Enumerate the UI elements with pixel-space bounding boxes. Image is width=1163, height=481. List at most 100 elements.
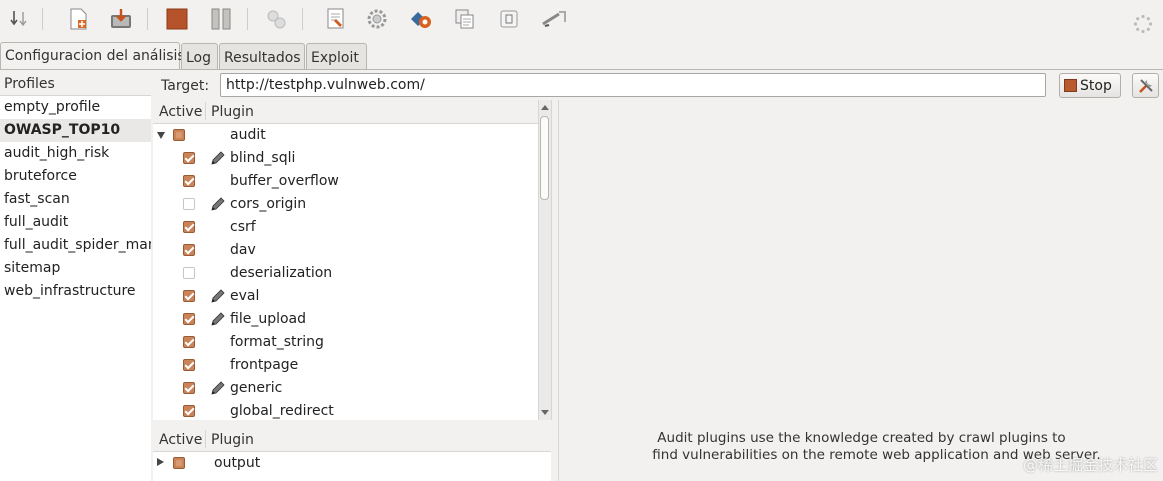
plugin-checkbox[interactable] xyxy=(183,313,195,325)
profile-item-owasp-top10[interactable]: OWASP_TOP10 xyxy=(0,119,151,142)
plugin-checkbox[interactable] xyxy=(183,267,195,279)
plugin-row-eval[interactable]: eval xyxy=(153,285,538,308)
report-icon[interactable] xyxy=(322,5,350,33)
plugin-row-format_string[interactable]: format_string xyxy=(153,331,538,354)
save-profile-icon[interactable] xyxy=(107,5,135,33)
profile-item-full-audit-spider-man[interactable]: full_audit_spider_man xyxy=(0,234,151,257)
fuzzy-request-icon[interactable] xyxy=(540,5,568,33)
plugin-row-buffer_overflow[interactable]: buffer_overflow xyxy=(153,170,538,193)
output-plugin-tree: Active Plugin output xyxy=(153,428,551,481)
tools-icon xyxy=(1138,78,1153,93)
watermark: @稀土掘金技术社区 xyxy=(1022,456,1158,474)
target-bar: Target: http://testphp.vulnweb.com/ Stop xyxy=(151,72,1163,100)
plugin-name: csrf xyxy=(230,219,256,235)
profile-item-sitemap[interactable]: sitemap xyxy=(0,257,151,280)
profiles-header[interactable]: Profiles xyxy=(0,72,151,96)
proxy-icon[interactable] xyxy=(407,5,435,33)
profile-item-full-audit[interactable]: full_audit xyxy=(0,211,151,234)
plugin-name: blind_sqli xyxy=(230,150,296,166)
stop-icon[interactable] xyxy=(163,5,191,33)
plugin-checkbox[interactable] xyxy=(183,290,195,302)
plugin-checkbox[interactable] xyxy=(183,382,195,394)
description-line-1: Audit plugins use the knowledge created … xyxy=(657,430,1066,446)
plugin-row-frontpage[interactable]: frontpage xyxy=(153,354,538,377)
plugin-group-output[interactable]: output xyxy=(153,452,538,475)
scrollbar-thumb[interactable] xyxy=(540,116,549,200)
plugin-name: eval xyxy=(230,288,260,304)
target-url-input[interactable]: http://testphp.vulnweb.com/ xyxy=(220,73,1046,97)
sort-down-icon[interactable] xyxy=(6,5,34,33)
plugin-name: cors_origin xyxy=(230,196,307,212)
pencil-icon xyxy=(211,381,225,395)
plugin-row-cors_origin[interactable]: cors_origin xyxy=(153,193,538,216)
advanced-target-button[interactable] xyxy=(1132,73,1159,98)
wizard-icon[interactable] xyxy=(262,5,290,33)
plugin-checkbox[interactable] xyxy=(183,405,195,417)
plugin-row-dav[interactable]: dav xyxy=(153,239,538,262)
profile-item-audit-high-risk[interactable]: audit_high_risk xyxy=(0,142,151,165)
plugin-row-deserialization[interactable]: deserialization xyxy=(153,262,538,285)
plugin-name: global_redirect xyxy=(230,403,334,419)
plugin-name: buffer_overflow xyxy=(230,173,339,189)
scroll-up-arrow-icon[interactable] xyxy=(541,105,549,110)
plugin-checkbox[interactable] xyxy=(183,359,195,371)
scroll-down-arrow-icon[interactable] xyxy=(541,410,549,415)
stop-icon xyxy=(1064,79,1077,92)
plugin-checkbox[interactable] xyxy=(183,175,195,187)
audit-plugin-tree: Active Plugin audit blind_sqli buffer_over… xyxy=(153,100,552,420)
column-plugin[interactable]: Plugin xyxy=(211,104,254,120)
plugin-name: generic xyxy=(230,380,283,396)
profiles-list: Profiles empty_profile OWASP_TOP10 audit… xyxy=(0,72,151,481)
expand-arrow-icon[interactable] xyxy=(157,458,164,466)
plugin-checkbox[interactable] xyxy=(173,129,185,141)
tab-log[interactable]: Log xyxy=(181,43,218,69)
plugin-name: deserialization xyxy=(230,265,333,281)
plugin-row-file_upload[interactable]: file_upload xyxy=(153,308,538,331)
plugin-name: format_string xyxy=(230,334,324,350)
column-plugin[interactable]: Plugin xyxy=(211,432,254,448)
pause-icon[interactable] xyxy=(207,5,235,33)
target-label: Target: xyxy=(161,78,210,94)
plugin-row-generic[interactable]: generic xyxy=(153,377,538,400)
pencil-icon xyxy=(211,312,225,326)
throbber-icon xyxy=(1133,14,1153,34)
stop-button[interactable]: Stop xyxy=(1059,73,1121,98)
collapse-arrow-icon[interactable] xyxy=(157,132,165,139)
profile-item-empty-profile[interactable]: empty_profile xyxy=(0,96,151,119)
column-active[interactable]: Active xyxy=(159,432,202,448)
tab-resultados[interactable]: Resultados xyxy=(219,43,305,69)
plugin-name: dav xyxy=(230,242,256,258)
plugin-description-panel: Audit plugins use the knowledge created … xyxy=(558,100,1163,481)
pencil-icon xyxy=(211,151,225,165)
plugin-checkbox[interactable] xyxy=(183,336,195,348)
plugin-name: frontpage xyxy=(230,357,299,373)
encode-icon[interactable] xyxy=(495,5,523,33)
plugin-checkbox[interactable] xyxy=(183,221,195,233)
plugin-checkbox[interactable] xyxy=(183,198,195,210)
new-profile-icon[interactable] xyxy=(64,5,92,33)
profile-item-fast-scan[interactable]: fast_scan xyxy=(0,188,151,211)
plugin-row-csrf[interactable]: csrf xyxy=(153,216,538,239)
tab-configuracion[interactable]: Configuracion del análisis xyxy=(0,42,185,70)
plugin-checkbox[interactable] xyxy=(173,457,185,469)
output-tree-header: Active Plugin xyxy=(153,428,551,452)
plugin-group-audit[interactable]: audit xyxy=(153,124,538,147)
profile-item-web-infrastructure[interactable]: web_infrastructure xyxy=(0,280,151,303)
plugin-name: file_upload xyxy=(230,311,307,327)
plugin-row-global_redirect[interactable]: global_redirect xyxy=(153,400,538,420)
plugin-name: output xyxy=(214,455,261,471)
plugin-row-blind_sqli[interactable]: blind_sqli xyxy=(153,147,538,170)
config-icon[interactable] xyxy=(363,5,391,33)
plugin-checkbox[interactable] xyxy=(183,152,195,164)
pencil-icon xyxy=(211,197,225,211)
column-active[interactable]: Active xyxy=(159,104,202,120)
tab-exploit[interactable]: Exploit xyxy=(306,43,367,69)
plugin-name: audit xyxy=(230,127,266,143)
stop-button-label: Stop xyxy=(1080,77,1112,94)
plugin-checkbox[interactable] xyxy=(183,244,195,256)
tab-divider xyxy=(0,69,1163,70)
compare-icon[interactable] xyxy=(451,5,479,33)
main-toolbar xyxy=(0,0,1163,40)
plugin-scrollbar[interactable] xyxy=(538,100,551,420)
profile-item-bruteforce[interactable]: bruteforce xyxy=(0,165,151,188)
